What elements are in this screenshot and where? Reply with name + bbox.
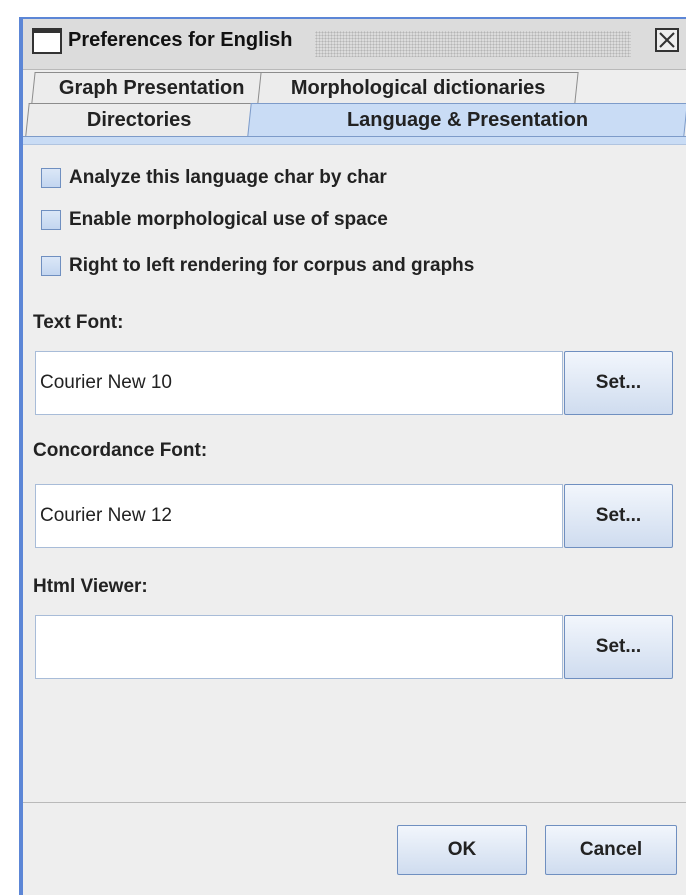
window-title: Preferences for English xyxy=(68,29,293,51)
tab-label: Morphological dictionaries xyxy=(290,76,546,99)
checkbox-row-char-by-char[interactable]: Analyze this language char by char xyxy=(41,167,387,189)
checkbox-row-morphological-space[interactable]: Enable morphological use of space xyxy=(41,209,388,231)
html-viewer-field[interactable] xyxy=(35,615,563,679)
window-icon xyxy=(32,28,62,54)
concordance-font-label: Concordance Font: xyxy=(33,440,208,461)
checkbox-label: Analyze this language char by char xyxy=(69,167,387,188)
footer-divider xyxy=(23,802,686,803)
tab-label: Language & Presentation xyxy=(346,109,589,131)
morphological-space-checkbox[interactable] xyxy=(41,210,61,230)
tab-graph-presentation[interactable]: Graph Presentation xyxy=(31,72,273,103)
tab-morphological-dictionaries[interactable]: Morphological dictionaries xyxy=(257,72,579,103)
checkbox-row-right-to-left[interactable]: Right to left rendering for corpus and g… xyxy=(41,255,474,277)
text-font-label: Text Font: xyxy=(33,312,124,333)
tab-label: Graph Presentation xyxy=(59,76,245,99)
ok-button[interactable]: OK xyxy=(397,825,527,875)
tab-directories[interactable]: Directories xyxy=(25,103,254,136)
close-button[interactable] xyxy=(655,28,679,52)
char-by-char-checkbox[interactable] xyxy=(41,168,61,188)
preferences-dialog: Preferences for English Graph Presentati… xyxy=(19,17,686,895)
tab-label: Directories xyxy=(87,108,192,131)
text-font-field[interactable]: Courier New 10 xyxy=(35,351,563,415)
text-font-set-button[interactable]: Set... xyxy=(564,351,673,415)
title-bar[interactable]: Preferences for English xyxy=(23,19,686,70)
concordance-font-set-button[interactable]: Set... xyxy=(564,484,673,548)
right-to-left-checkbox[interactable] xyxy=(41,256,61,276)
checkbox-label: Right to left rendering for corpus and g… xyxy=(69,255,475,276)
checkbox-label: Enable morphological use of space xyxy=(69,209,388,230)
close-icon xyxy=(659,32,675,48)
cancel-button[interactable]: Cancel xyxy=(545,825,677,875)
concordance-font-field[interactable]: Courier New 12 xyxy=(35,484,563,548)
tab-content-border xyxy=(23,136,686,145)
html-viewer-label: Html Viewer: xyxy=(33,576,148,597)
tab-language-presentation[interactable]: Language & Presentation xyxy=(247,103,686,137)
html-viewer-set-button[interactable]: Set... xyxy=(564,615,673,679)
title-bar-grip xyxy=(315,31,631,57)
